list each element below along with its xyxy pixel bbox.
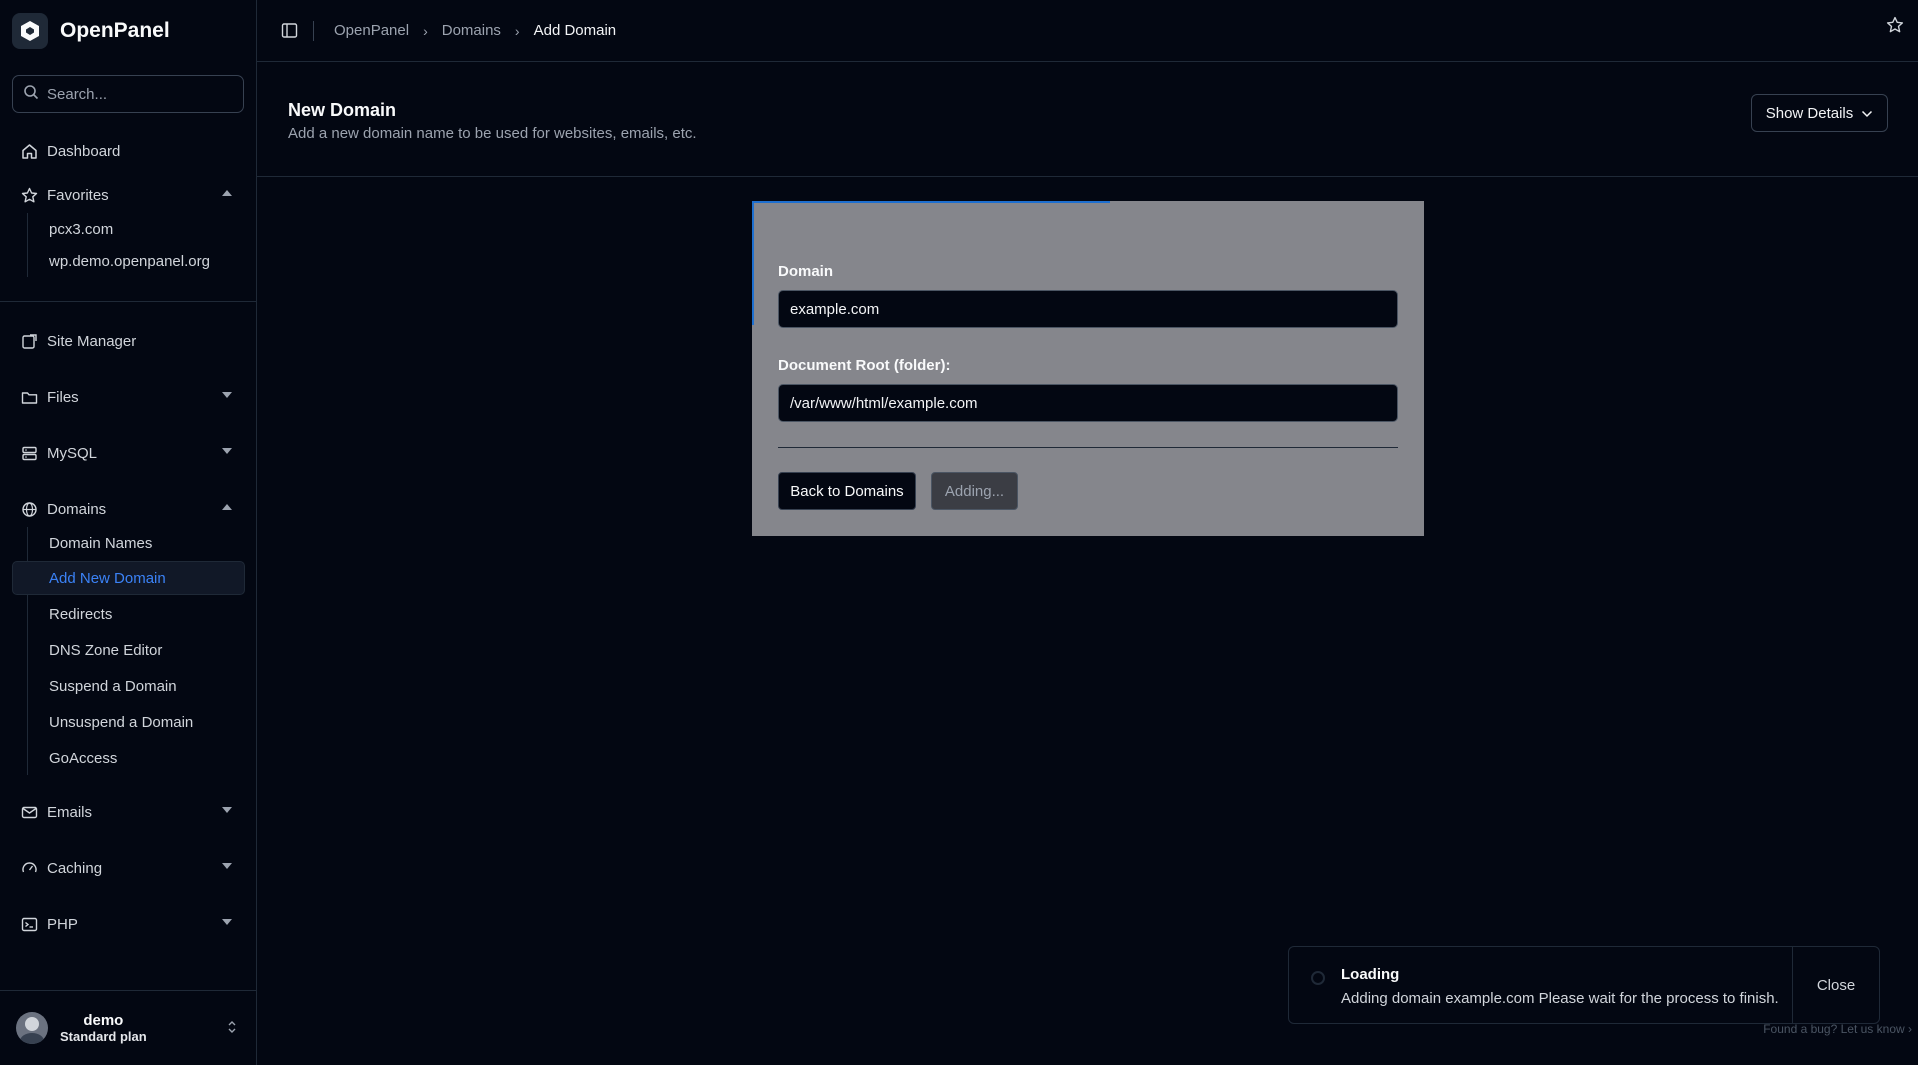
site-manager-icon [20,332,38,350]
show-details-label: Show Details [1765,104,1854,122]
breadcrumb: OpenPanel › Domains › Add Domain [334,22,616,39]
chevron-down-icon [222,863,232,869]
toast-close-button[interactable]: Close [1793,947,1879,1023]
bug-report-label: Found a bug? Let us know [1763,1022,1905,1036]
sidebar: OpenPanel Dashboard Favorites pcx3.com w… [0,0,257,1065]
chevron-up-icon [222,504,232,510]
chevron-down-icon [222,919,232,925]
docroot-input[interactable] [778,384,1398,422]
folder-icon [20,388,38,406]
sidebar-item-label: Dashboard [47,142,121,160]
favorite-star-icon[interactable] [1886,16,1904,38]
add-domain-form: Domain Document Root (folder): Back to D… [752,201,1424,536]
sidebar-subitem-domain-names[interactable]: Domain Names [49,526,245,560]
sidebar-item-label: Domains [47,500,107,518]
show-details-button[interactable]: Show Details [1751,94,1888,132]
chevron-up-icon [222,190,232,196]
domain-label: Domain [778,263,834,280]
sidebar-item-mysql[interactable]: MySQL [12,436,244,470]
breadcrumb-openpanel[interactable]: OpenPanel [334,22,409,39]
adding-submit-button[interactable]: Adding... [931,472,1018,510]
bug-report-link[interactable]: Found a bug? Let us know › [1763,1022,1912,1036]
star-icon [20,186,38,204]
sidebar-item-label: Emails [47,803,93,821]
sidebar-item-caching[interactable]: Caching [12,851,244,885]
chevrons-up-down-icon [227,1019,237,1035]
database-icon [20,444,38,462]
sidebar-divider [0,301,257,302]
toast-message: Adding domain example.com Please wait fo… [1341,990,1779,1007]
docroot-label: Document Root (folder): [778,357,951,374]
sidebar-toggle-icon[interactable] [279,21,299,41]
search-icon [23,84,39,104]
sidebar-item-label: Favorites [47,186,109,204]
search-box[interactable] [12,75,244,113]
chevron-down-icon [222,448,232,454]
breadcrumb-add-domain: Add Domain [533,22,617,39]
sidebar-item-label: Caching [47,859,103,877]
terminal-icon [20,915,38,933]
search-input[interactable] [47,85,237,103]
breadcrumb-domains[interactable]: Domains [442,22,501,39]
home-icon [20,142,38,160]
sidebar-item-files[interactable]: Files [12,380,244,414]
domain-input[interactable] [778,290,1398,328]
sidebar-item-emails[interactable]: Emails [12,795,244,829]
avatar [16,1012,48,1044]
sidebar-item-label: Site Manager [47,332,137,350]
page-subtitle: Add a new domain name to be used for web… [288,125,697,142]
back-to-domains-button[interactable]: Back to Domains [778,472,916,510]
sidebar-subitem-add-new-domain[interactable]: Add New Domain [12,561,245,595]
chevron-right-icon: › [514,22,520,39]
user-menu[interactable]: demo Standard plan [0,990,257,1065]
sidebar-subitem-goaccess[interactable]: GoAccess [49,741,245,775]
favorite-item-wp-demo[interactable]: wp.demo.openpanel.org [49,244,245,278]
user-plan: Standard plan [60,1029,147,1044]
page-title: New Domain [288,100,397,120]
toast-title: Loading [1341,966,1400,983]
sidebar-item-php[interactable]: PHP [12,907,244,941]
user-name: demo [83,1012,124,1029]
chevron-down-icon [222,807,232,813]
user-info: demo Standard plan [60,1012,147,1044]
chevron-down-icon [222,392,232,398]
gauge-icon [20,859,38,877]
page-header: New Domain Add a new domain name to be u… [257,62,1918,177]
sidebar-item-favorites[interactable]: Favorites [12,178,244,212]
favorite-item-pcx3[interactable]: pcx3.com [49,212,245,246]
chevron-down-icon [1861,105,1873,122]
spinner-icon [1311,971,1325,985]
chevron-right-icon: › [423,22,428,39]
chevron-right-icon: › [1908,1022,1912,1036]
brand[interactable]: OpenPanel [0,0,256,62]
form-divider [778,447,1398,448]
sidebar-subitem-dns-zone-editor[interactable]: DNS Zone Editor [49,633,245,667]
loading-toast: Loading Adding domain example.com Please… [1288,946,1880,1024]
sidebar-item-label: Files [47,388,79,406]
mail-icon [20,803,38,821]
toolbar-separator [313,20,314,41]
sidebar-item-domains[interactable]: Domains [12,492,244,526]
globe-icon [20,500,38,518]
sidebar-subitem-unsuspend-domain[interactable]: Unsuspend a Domain [49,705,245,739]
openpanel-logo-icon [12,13,48,49]
sidebar-item-label: PHP [47,915,78,933]
sidebar-subitem-suspend-domain[interactable]: Suspend a Domain [49,669,245,703]
sidebar-item-label: MySQL [47,444,98,462]
top-bar: OpenPanel › Domains › Add Domain [257,0,1918,62]
favorites-group-line [27,213,28,277]
sidebar-item-site-manager[interactable]: Site Manager [12,324,244,358]
brand-name: OpenPanel [60,19,170,42]
sidebar-item-dashboard[interactable]: Dashboard [12,134,244,168]
sidebar-subitem-redirects[interactable]: Redirects [49,597,245,631]
